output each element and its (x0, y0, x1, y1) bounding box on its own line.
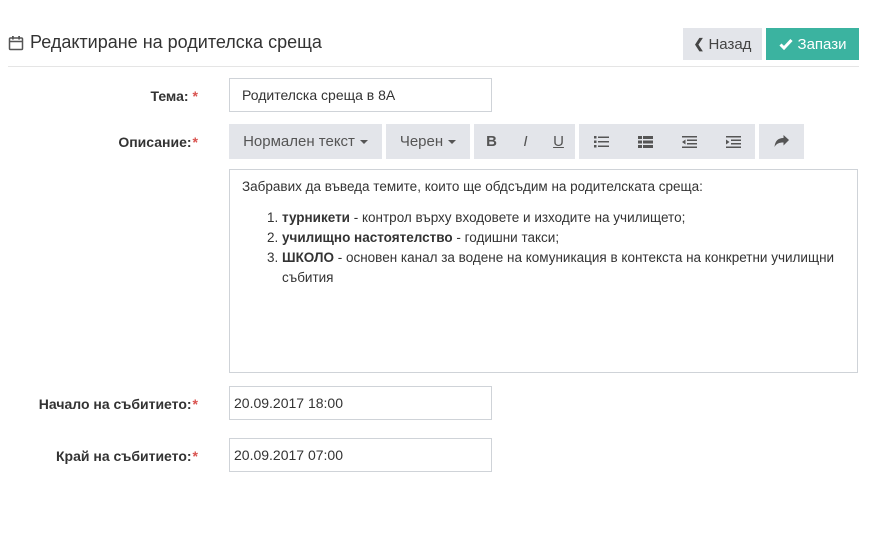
topic-label-text: Тема: (150, 88, 189, 104)
text-style-label: Нормален текст (243, 133, 355, 150)
redo-button[interactable] (759, 124, 804, 159)
start-label-text: Начало на събитието: (38, 396, 192, 412)
italic-button[interactable]: I (509, 124, 542, 159)
end-datetime-input[interactable] (229, 438, 492, 472)
list-item-text: - основен канал за водене на комуникация… (282, 250, 835, 285)
start-label: Начало на събитието:* (39, 396, 198, 412)
description-editor[interactable]: Забравих да въведа темите, които ще обдс… (229, 169, 858, 373)
list-item: турникети - контрол върху входовете и из… (282, 208, 845, 228)
description-label: Описание:* (118, 134, 198, 150)
description-label-text: Описание: (118, 134, 192, 150)
calendar-icon (8, 35, 24, 50)
back-button-label: Назад (708, 35, 752, 53)
text-color-dropdown[interactable]: Черен (386, 124, 470, 159)
end-label: Край на събитието:* (56, 448, 198, 464)
end-label-text: Край на събитието: (56, 448, 192, 464)
chevron-left-icon: ❮ (693, 36, 705, 51)
format-group: B I U (474, 124, 575, 159)
list-item-bold: турникети (282, 210, 350, 225)
bold-button[interactable]: B (474, 124, 509, 159)
required-mark: * (192, 88, 198, 104)
outdent-icon (681, 135, 697, 148)
list-group (579, 124, 755, 159)
page-header: Редактиране на родителска среща ❮ Назад … (8, 28, 859, 67)
back-button[interactable]: ❮ Назад (683, 28, 762, 60)
start-datetime-input[interactable] (229, 386, 492, 420)
caret-down-icon (359, 139, 368, 144)
save-button-label: Запази (797, 35, 847, 53)
indent-button[interactable] (711, 124, 755, 159)
history-group (759, 124, 804, 159)
text-style-dropdown[interactable]: Нормален текст (229, 124, 382, 159)
editor-list: турникети - контрол върху входовете и из… (242, 208, 845, 288)
page-title: Редактиране на родителска среща (30, 32, 322, 52)
required-mark: * (192, 134, 198, 150)
required-mark: * (192, 448, 198, 464)
indent-icon (725, 135, 741, 148)
style-group: Нормален текст (229, 124, 382, 159)
share-arrow-icon (774, 135, 789, 147)
color-group: Черен (386, 124, 470, 159)
save-button[interactable]: Запази (766, 28, 859, 60)
editor-intro: Забравих да въведа темите, които ще обдс… (242, 179, 703, 194)
outdent-button[interactable] (667, 124, 711, 159)
list-item-bold: ШКОЛО (282, 250, 334, 265)
ordered-list-button[interactable] (623, 124, 667, 159)
underline-button[interactable]: U (542, 124, 575, 159)
topic-input[interactable] (229, 78, 492, 112)
list-item: ШКОЛО - основен канал за водене на комун… (282, 248, 845, 288)
caret-down-icon (448, 139, 457, 144)
title-wrap: Редактиране на родителска среща (8, 32, 322, 53)
list-item-text: - годишни такси; (452, 230, 560, 245)
list-ul-icon (593, 135, 609, 147)
list-item-text: - контрол върху входовете и изходите на … (349, 210, 686, 225)
list-ol-icon (637, 135, 653, 148)
list-item: училищно настоятелство - годишни такси; (282, 228, 845, 248)
list-item-bold: училищно настоятелство (282, 230, 453, 245)
unordered-list-button[interactable] (579, 124, 623, 159)
topic-label: Тема: * (150, 88, 198, 104)
required-mark: * (192, 396, 198, 412)
text-color-label: Черен (399, 133, 444, 150)
editor-toolbar: Нормален текст Черен B I U (229, 124, 808, 159)
check-icon (778, 38, 793, 50)
